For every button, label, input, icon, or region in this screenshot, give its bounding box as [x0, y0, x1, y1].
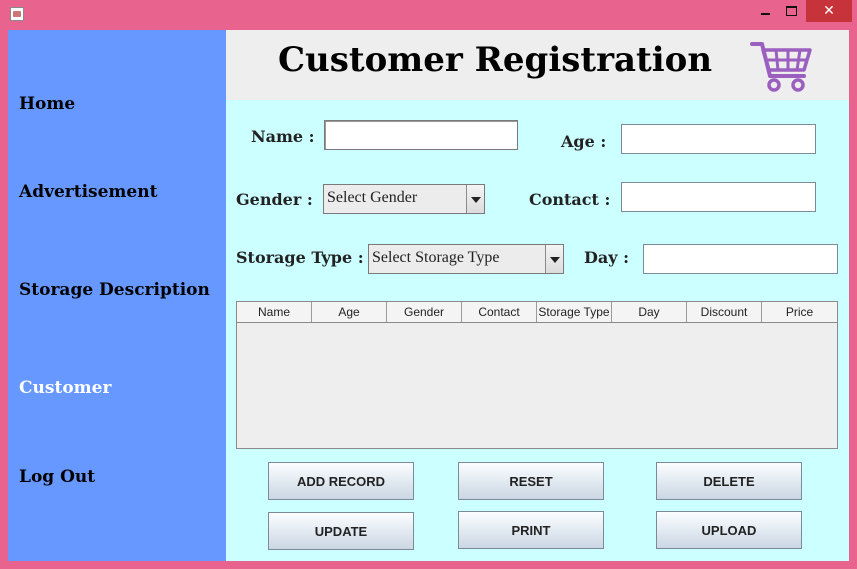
minimize-button[interactable]: [752, 0, 778, 22]
sidebar-item-customer[interactable]: Customer: [19, 378, 111, 398]
gender-label: Gender :: [236, 190, 313, 209]
add-record-button[interactable]: ADD RECORD: [268, 462, 414, 500]
column-header-gender[interactable]: Gender: [387, 302, 462, 322]
column-header-age[interactable]: Age: [312, 302, 387, 322]
age-label: Age :: [561, 132, 607, 151]
minimize-icon: [760, 13, 770, 15]
storage-type-dropdown[interactable]: Select Storage Type: [368, 244, 564, 274]
sidebar-item-advertisement[interactable]: Advertisement: [19, 182, 157, 202]
name-field[interactable]: [324, 120, 518, 150]
title-bar: ✕: [0, 0, 857, 30]
day-field[interactable]: [643, 244, 838, 274]
table-header: Name Age Gender Contact Storage Type Day…: [237, 302, 837, 323]
maximize-button[interactable]: [778, 0, 804, 22]
storage-type-selected-value: Select Storage Type: [372, 249, 500, 266]
sidebar-item-storage-description[interactable]: Storage Description: [19, 280, 210, 300]
update-button[interactable]: UPDATE: [268, 512, 414, 550]
chevron-down-icon[interactable]: [545, 245, 563, 273]
name-label: Name :: [251, 127, 315, 146]
sidebar: Home Advertisement Storage Description C…: [8, 30, 226, 561]
sidebar-item-home[interactable]: Home: [19, 94, 75, 114]
sidebar-item-log-out[interactable]: Log Out: [19, 467, 95, 487]
close-button[interactable]: ✕: [806, 0, 852, 22]
print-button[interactable]: PRINT: [458, 511, 604, 549]
gender-selected-value: Select Gender: [327, 189, 418, 206]
shopping-cart-icon: [750, 42, 812, 92]
upload-button[interactable]: UPLOAD: [656, 511, 802, 549]
customer-table[interactable]: Name Age Gender Contact Storage Type Day…: [236, 301, 838, 449]
maximize-icon: [785, 6, 797, 16]
java-app-icon: [10, 7, 24, 21]
chevron-down-icon[interactable]: [466, 185, 484, 213]
column-header-name[interactable]: Name: [237, 302, 312, 322]
column-header-discount[interactable]: Discount: [687, 302, 762, 322]
close-icon: ✕: [823, 3, 835, 19]
page-title: Customer Registration: [278, 40, 713, 80]
age-field[interactable]: [621, 124, 816, 154]
window-content: Home Advertisement Storage Description C…: [8, 30, 849, 561]
storage-type-label: Storage Type :: [236, 248, 364, 267]
reset-button[interactable]: RESET: [458, 462, 604, 500]
column-header-storage-type[interactable]: Storage Type: [537, 302, 612, 322]
day-label: Day :: [584, 248, 630, 267]
gender-dropdown[interactable]: Select Gender: [323, 184, 485, 214]
column-header-day[interactable]: Day: [612, 302, 687, 322]
delete-button[interactable]: DELETE: [656, 462, 802, 500]
contact-field[interactable]: [621, 182, 816, 212]
column-header-price[interactable]: Price: [762, 302, 837, 322]
contact-label: Contact :: [529, 190, 611, 209]
column-header-contact[interactable]: Contact: [462, 302, 537, 322]
header: Customer Registration: [226, 30, 849, 100]
